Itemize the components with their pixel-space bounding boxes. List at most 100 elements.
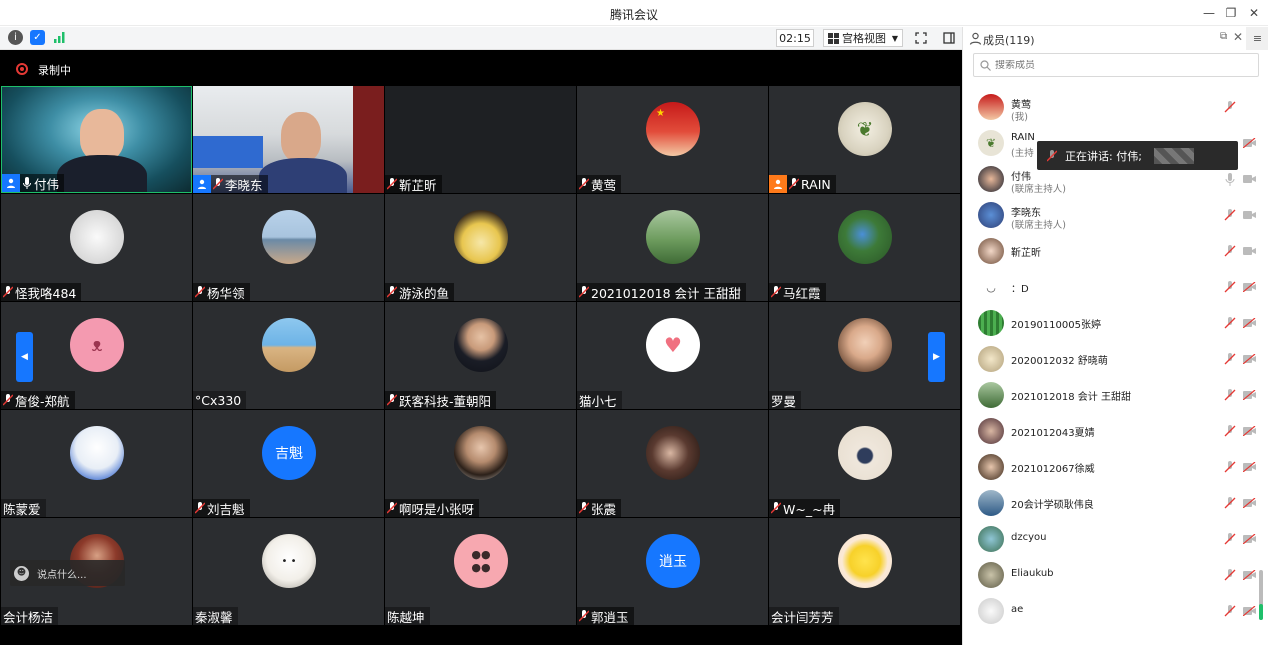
video-tile[interactable]: ★ 黄莺: [577, 86, 768, 193]
menu-icon[interactable]: ≡: [1246, 27, 1268, 50]
video-tile[interactable]: • • 秦淑馨: [193, 518, 384, 625]
mic-muted-icon[interactable]: [1223, 568, 1237, 582]
video-tile[interactable]: 啊呀是小张呀: [385, 410, 576, 517]
mic-muted-icon: [386, 501, 398, 515]
mic-muted-icon[interactable]: [1223, 460, 1237, 474]
member-row[interactable]: ◡ ：D: [963, 269, 1268, 305]
video-tile[interactable]: 2021012018 会计 王甜甜: [577, 194, 768, 301]
mic-muted-icon[interactable]: [1223, 208, 1237, 222]
member-row[interactable]: 20190110005张婷: [963, 305, 1268, 341]
next-page-button[interactable]: ▶: [928, 332, 945, 382]
grid-view-icon: [828, 32, 839, 44]
mic-muted-icon[interactable]: [1223, 100, 1237, 114]
chat-placeholder: 说点什么...: [37, 569, 87, 581]
video-tile[interactable]: 李晓东: [193, 86, 384, 193]
shield-icon[interactable]: ✓: [30, 30, 45, 45]
view-selector[interactable]: 宫格视图 ▼: [823, 29, 903, 47]
video-tile[interactable]: °Cx330: [193, 302, 384, 409]
video-tile[interactable]: 靳芷昕: [385, 86, 576, 193]
video-off-icon[interactable]: [1242, 136, 1256, 150]
video-off-icon[interactable]: [1242, 604, 1256, 618]
member-list-scrollbar[interactable]: [1259, 570, 1263, 620]
video-tile[interactable]: W~_~冉: [769, 410, 960, 517]
tile-name: 跃客科技-董朝阳: [399, 393, 492, 409]
video-off-icon[interactable]: [1242, 388, 1256, 402]
mic-muted-icon[interactable]: [1223, 424, 1237, 438]
video-tile[interactable]: 怪我咯484: [1, 194, 192, 301]
video-icon[interactable]: [1242, 244, 1256, 258]
avatar-initials: 逍玉: [646, 534, 700, 588]
video-off-icon[interactable]: [1242, 532, 1256, 546]
member-row[interactable]: ae: [963, 593, 1268, 629]
video-off-icon[interactable]: [1242, 424, 1256, 438]
video-tile[interactable]: ♥ 猫小七: [577, 302, 768, 409]
video-off-icon[interactable]: [1242, 352, 1256, 366]
mic-muted-icon[interactable]: [1223, 604, 1237, 618]
close-icon[interactable]: ✕: [1233, 30, 1243, 44]
member-row[interactable]: 李晓东 (联席主持人): [963, 197, 1268, 233]
avatar: [454, 210, 508, 264]
sidebar-toggle-icon[interactable]: [939, 29, 959, 47]
member-row[interactable]: Eliaukub: [963, 557, 1268, 593]
mic-muted-icon[interactable]: [1223, 352, 1237, 366]
video-off-icon[interactable]: [1242, 460, 1256, 474]
member-row[interactable]: 2020012032 舒晓萌: [963, 341, 1268, 377]
mic-muted-icon[interactable]: [1223, 316, 1237, 330]
member-row[interactable]: dzcyou: [963, 521, 1268, 557]
video-tile[interactable]: 马红霞: [769, 194, 960, 301]
video-tile[interactable]: 逍玉 郭逍玉: [577, 518, 768, 625]
video-tile[interactable]: 付伟: [1, 86, 192, 193]
search-input[interactable]: [995, 59, 1235, 71]
mic-muted-icon[interactable]: [1223, 532, 1237, 546]
member-row[interactable]: 2021012043夏婧: [963, 413, 1268, 449]
video-tile[interactable]: 会计闫芳芳: [769, 518, 960, 625]
maximize-icon[interactable]: ❐: [1222, 4, 1240, 22]
mic-muted-icon[interactable]: [1223, 496, 1237, 510]
video-tile[interactable]: 张震: [577, 410, 768, 517]
member-row[interactable]: 黄莺 (我): [963, 89, 1268, 125]
video-tile[interactable]: 跃客科技-董朝阳: [385, 302, 576, 409]
tile-nametag: 啊呀是小张呀: [385, 499, 480, 517]
video-icon[interactable]: [1242, 172, 1256, 186]
video-off-icon[interactable]: [1242, 496, 1256, 510]
video-tile[interactable]: ●● ●● 陈越坤: [385, 518, 576, 625]
signal-icon[interactable]: [52, 30, 67, 45]
member-row[interactable]: 2021012018 会计 王甜甜: [963, 377, 1268, 413]
mic-muted-icon[interactable]: [1223, 244, 1237, 258]
video-off-icon[interactable]: [1242, 568, 1256, 582]
member-row[interactable]: 20会计学硕耿伟良: [963, 485, 1268, 521]
avatar: [978, 166, 1004, 192]
mic-icon[interactable]: [1223, 172, 1237, 186]
mic-muted-icon: [2, 393, 14, 407]
fullscreen-icon[interactable]: [911, 29, 931, 47]
video-off-icon[interactable]: [1242, 316, 1256, 330]
tile-nametag: 付伟: [2, 174, 65, 192]
video-tile[interactable]: 杨华领: [193, 194, 384, 301]
mic-muted-icon[interactable]: [1223, 388, 1237, 402]
member-search[interactable]: [973, 53, 1259, 77]
video-tile[interactable]: 游泳的鱼: [385, 194, 576, 301]
info-icon[interactable]: i: [8, 30, 23, 45]
mic-muted-icon: [386, 393, 398, 407]
panel-header: 成员(119) ⧉ ✕ ≡: [963, 27, 1268, 50]
video-tile[interactable]: 吉魁 刘吉魁: [193, 410, 384, 517]
mic-muted-icon[interactable]: [1223, 280, 1237, 294]
tile-nametag: 怪我咯484: [1, 283, 82, 301]
popout-icon[interactable]: ⧉: [1220, 31, 1227, 42]
mic-muted-icon: [578, 501, 590, 515]
video-tile[interactable]: ❦ RAIN: [769, 86, 960, 193]
avatar: [978, 526, 1004, 552]
mic-icon: [21, 176, 33, 190]
video-grid: 付伟 李晓东 靳芷昕 ★ 黄莺 ❦ RAIN 怪我咯484 杨华领 游泳的鱼 2…: [0, 86, 962, 627]
member-row[interactable]: 靳芷昕: [963, 233, 1268, 269]
prev-page-button[interactable]: ◀: [16, 332, 33, 382]
close-icon[interactable]: ✕: [1245, 4, 1263, 22]
member-row[interactable]: 2021012067徐威: [963, 449, 1268, 485]
minimize-icon[interactable]: —: [1200, 4, 1218, 22]
emoji-icon[interactable]: ☻: [14, 565, 29, 581]
tile-nametag: RAIN: [769, 175, 836, 193]
video-tile[interactable]: 陈蒙爱: [1, 410, 192, 517]
chat-input[interactable]: ☻ 说点什么...: [10, 560, 125, 586]
video-off-icon[interactable]: [1242, 280, 1256, 294]
video-icon[interactable]: [1242, 208, 1256, 222]
